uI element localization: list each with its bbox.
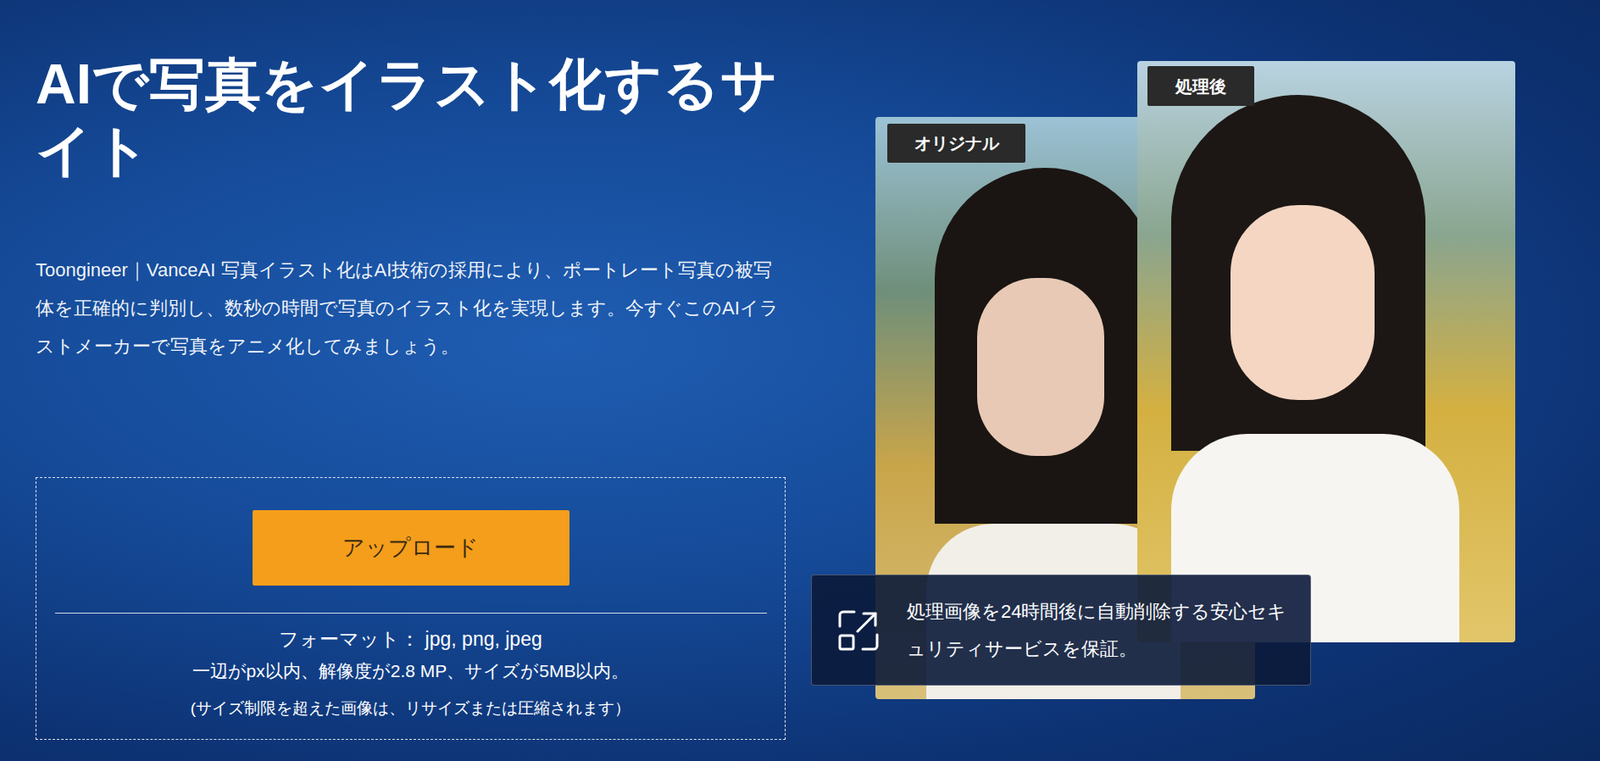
left-column: AIで写真をイラスト化するサイトToongineer｜VanceAI 写真イラス… (0, 0, 786, 761)
divider (55, 612, 767, 614)
page: AIで写真をイラスト化するサイト Toongineer｜VanceAI 写真イラス… (0, 0, 1600, 761)
description: Toongineer｜VanceAI 写真イラスト化はAI技術の採用により、ポー… (35, 250, 782, 366)
upload-button[interactable]: アップロード (252, 510, 570, 586)
limits-text: 一辺がpx以内、解像度が2.8 MP、サイズが5MB以内。 (192, 657, 630, 685)
processed-image: 処理後 (1137, 61, 1516, 643)
preview-area: オリジナル 処理後処理画像を24時間後に自動削除する安心セキュリティサービスを保証… (785, 0, 1600, 761)
upload-area[interactable]: アップロードフォーマット： jpg, png, jpeg 一辺がpx以内、解像度が… (35, 477, 786, 740)
note-text: (サイズ制限を超えた画像は、リサイズまたは圧縮されます） (190, 696, 631, 721)
original-label: オリジナル (887, 123, 1026, 163)
expand-icon (835, 607, 882, 654)
processed-label: 処理後 (1147, 66, 1255, 106)
security-notice-text: 処理画像を24時間後に自動削除する安心セキュリティサービスを保証。 (906, 593, 1290, 668)
security-notice: 処理画像を24時間後に自動削除する安心セキュリティサービスを保証。 (811, 574, 1312, 686)
page-title: AIで写真をイラスト化するサイト (35, 50, 799, 184)
format-text: フォーマット： jpg, png, jpeg (278, 625, 543, 653)
